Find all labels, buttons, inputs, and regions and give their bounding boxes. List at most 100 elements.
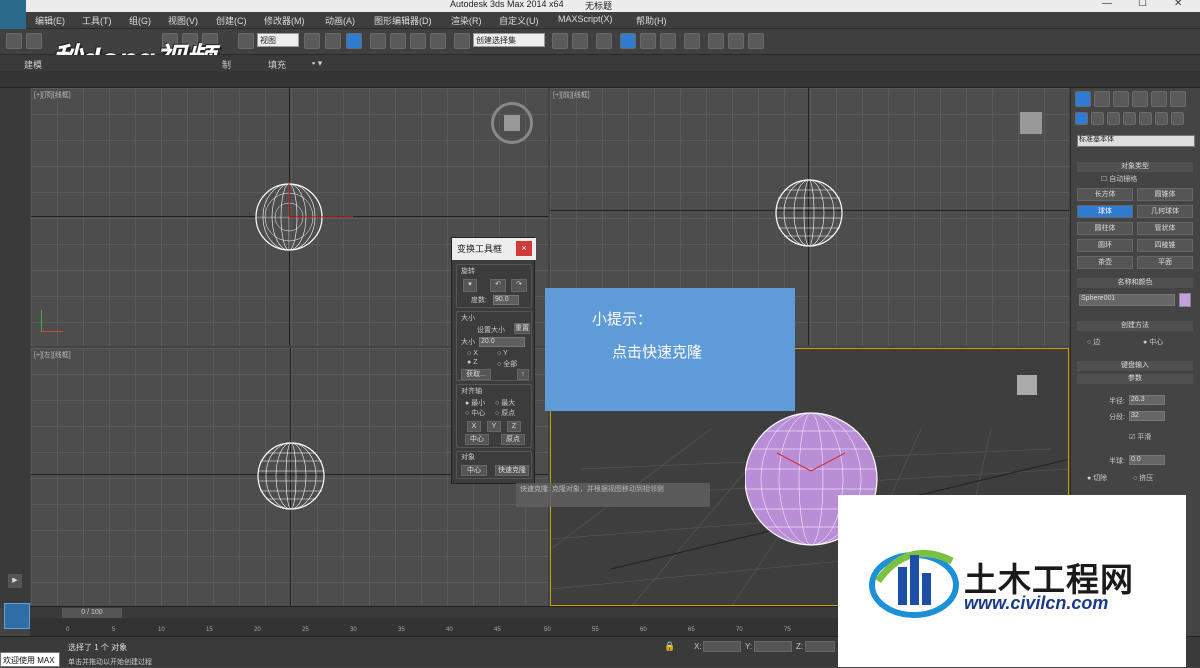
sphere-wireframe-top[interactable]: [255, 182, 355, 252]
menu-create[interactable]: 创建(C): [216, 14, 247, 27]
ribbon-tab-modeling[interactable]: 建模: [24, 58, 42, 71]
ribbon-tab-paint[interactable]: 制: [222, 58, 231, 71]
motion-tab-icon[interactable]: [1132, 91, 1148, 107]
spacewarps-icon[interactable]: [1155, 112, 1168, 125]
box-button[interactable]: 长方体: [1077, 188, 1133, 201]
viewport-front-label[interactable]: [+][前][线框]: [553, 90, 590, 100]
menu-customize[interactable]: 自定义(U): [499, 14, 539, 27]
quick-clone-button[interactable]: 快速克隆: [495, 465, 529, 476]
smooth-checkbox[interactable]: ☑ 平滑: [1129, 432, 1151, 442]
segments-input[interactable]: 32: [1129, 411, 1165, 421]
snaps-toggle-icon[interactable]: [370, 33, 386, 49]
link-icon[interactable]: [6, 33, 22, 49]
cylinder-button[interactable]: 圆柱体: [1077, 222, 1133, 235]
maximize-button[interactable]: ☐: [1138, 0, 1147, 9]
align-y-button[interactable]: Y: [487, 421, 501, 432]
radio-all[interactable]: ○ 全部: [497, 359, 517, 369]
creation-method-header[interactable]: 创建方法: [1077, 321, 1193, 331]
menu-graph-editors[interactable]: 图形编辑器(D): [374, 14, 432, 27]
rotate-cw-icon[interactable]: ↷: [511, 279, 527, 292]
radio-center-method[interactable]: ● 中心: [1143, 337, 1163, 347]
app-icon[interactable]: [0, 0, 26, 29]
torus-button[interactable]: 圆环: [1077, 239, 1133, 252]
maxscript-listener[interactable]: 欢迎使用 MAX: [0, 652, 60, 667]
render-production-icon[interactable]: [748, 33, 764, 49]
viewport-layout-icon[interactable]: [4, 603, 30, 629]
graphite-toggle-icon[interactable]: [620, 33, 636, 49]
time-slider-thumb[interactable]: 0 / 100: [62, 608, 122, 618]
shapes-icon[interactable]: [1091, 112, 1104, 125]
dialog-close-button[interactable]: ×: [516, 241, 532, 256]
radio-y[interactable]: ○ Y: [497, 350, 508, 357]
material-editor-icon[interactable]: [684, 33, 700, 49]
ribbon-options-icon[interactable]: ▪ ▾: [312, 58, 322, 69]
menu-modifiers[interactable]: 修改器(M): [264, 14, 305, 27]
viewport-left-label[interactable]: [+][左][线框]: [34, 350, 71, 360]
menu-group[interactable]: 组(G): [129, 14, 151, 27]
radius-input[interactable]: 26.3: [1129, 395, 1165, 405]
plane-button[interactable]: 平面: [1137, 256, 1193, 269]
mirror-icon[interactable]: [552, 33, 568, 49]
name-color-header[interactable]: 名称和颜色: [1077, 278, 1193, 288]
select-manipulate-icon[interactable]: [325, 33, 341, 49]
radio-pivot[interactable]: ○ 原点: [495, 408, 515, 418]
radio-x[interactable]: ○ X: [467, 350, 478, 357]
radio-max[interactable]: ○ 最大: [495, 398, 515, 408]
object-name-input[interactable]: Sphere001: [1079, 294, 1175, 306]
pick-icon[interactable]: ↑: [517, 369, 529, 380]
align-x-button[interactable]: X: [467, 421, 481, 432]
named-selection-set[interactable]: 创建选择集: [473, 33, 545, 47]
radio-z[interactable]: ● Z: [467, 359, 477, 366]
keyboard-shortcut-icon[interactable]: [346, 33, 362, 49]
menu-rendering[interactable]: 渲染(R): [451, 14, 482, 27]
sphere-button[interactable]: 球体: [1077, 205, 1133, 218]
x-coordinate-input[interactable]: [703, 641, 741, 652]
lights-icon[interactable]: [1107, 112, 1120, 125]
layer-manager-icon[interactable]: [596, 33, 612, 49]
radio-center[interactable]: ○ 中心: [465, 408, 485, 418]
spinner-snap-icon[interactable]: [430, 33, 446, 49]
utilities-tab-icon[interactable]: [1170, 91, 1186, 107]
rendered-frame-icon[interactable]: [728, 33, 744, 49]
pyramid-button[interactable]: 四棱锥: [1137, 239, 1193, 252]
parameters-header[interactable]: 参数: [1077, 374, 1193, 384]
modify-tab-icon[interactable]: [1094, 91, 1110, 107]
viewcube-front[interactable]: [1020, 112, 1042, 134]
radio-chop[interactable]: ● 切除: [1087, 473, 1107, 483]
align-center-button[interactable]: 中心: [465, 434, 489, 445]
play-icon[interactable]: ▶: [8, 574, 22, 588]
viewcube-perspective[interactable]: [1017, 375, 1037, 395]
percent-snap-icon[interactable]: [410, 33, 426, 49]
systems-icon[interactable]: [1171, 112, 1184, 125]
align-pivot-button[interactable]: 原点: [501, 434, 525, 445]
unlink-icon[interactable]: [26, 33, 42, 49]
curve-editor-icon[interactable]: [640, 33, 656, 49]
tube-button[interactable]: 管状体: [1137, 222, 1193, 235]
hierarchy-tab-icon[interactable]: [1113, 91, 1129, 107]
geosphere-button[interactable]: 几何球体: [1137, 205, 1193, 218]
render-setup-icon[interactable]: [708, 33, 724, 49]
object-type-header[interactable]: 对象类型: [1077, 162, 1193, 172]
radio-edge[interactable]: ○ 边: [1087, 337, 1100, 347]
set-size-button[interactable]: 设置大小: [477, 325, 505, 335]
angle-snap-icon[interactable]: [390, 33, 406, 49]
align-z-button[interactable]: Z: [507, 421, 521, 432]
degrees-input[interactable]: 90.0: [493, 295, 519, 305]
keyboard-entry-header[interactable]: 键盘输入: [1077, 361, 1193, 371]
menu-help[interactable]: 帮助(H): [636, 14, 667, 27]
pivot-icon[interactable]: [304, 33, 320, 49]
edit-named-selection-icon[interactable]: [454, 33, 470, 49]
primitive-type-dropdown[interactable]: 标准基本体: [1077, 135, 1195, 147]
ribbon-tab-populate[interactable]: 填充: [268, 58, 286, 71]
cameras-icon[interactable]: [1123, 112, 1136, 125]
menu-edit[interactable]: 编辑(E): [35, 14, 65, 27]
menu-tools[interactable]: 工具(T): [82, 14, 112, 27]
align-icon[interactable]: [572, 33, 588, 49]
hemisphere-input[interactable]: 0.0: [1129, 455, 1165, 465]
rotate-dropdown-icon[interactable]: ▾: [463, 279, 477, 292]
viewport-top-label[interactable]: [+][顶][线框]: [34, 90, 71, 100]
close-button[interactable]: ✕: [1174, 0, 1182, 9]
select-rotate-icon[interactable]: [238, 33, 254, 49]
schematic-view-icon[interactable]: [660, 33, 676, 49]
radio-squash[interactable]: ○ 挤压: [1133, 473, 1153, 483]
